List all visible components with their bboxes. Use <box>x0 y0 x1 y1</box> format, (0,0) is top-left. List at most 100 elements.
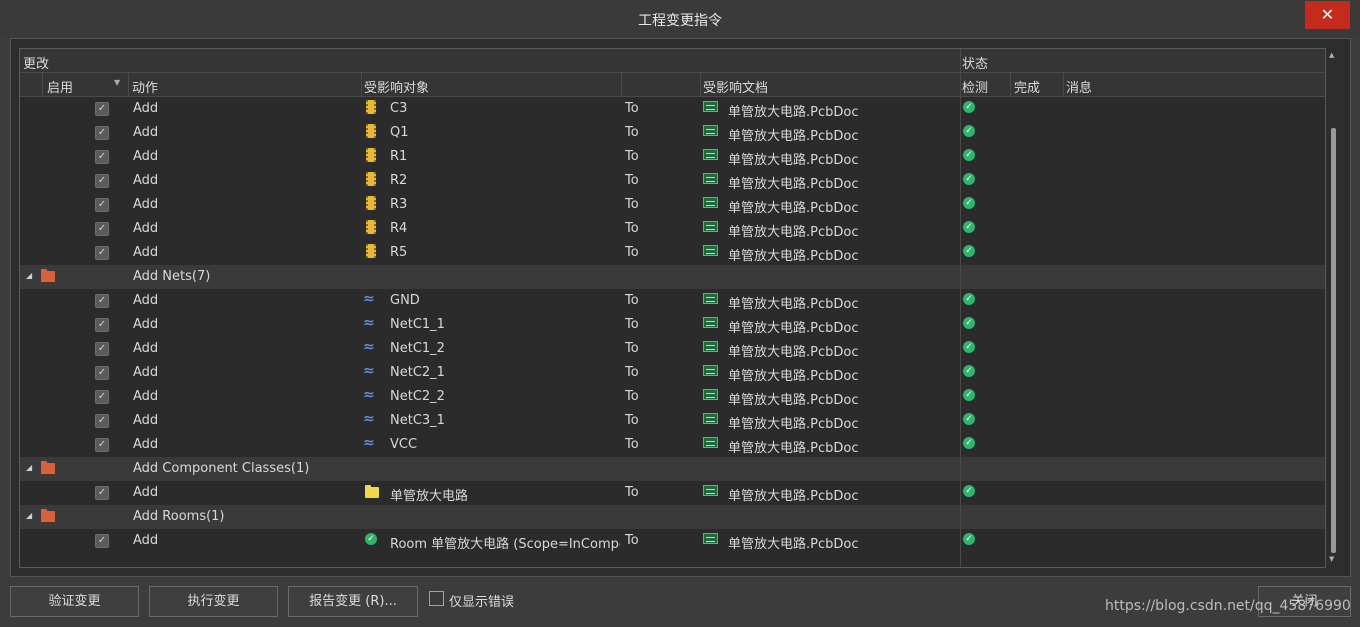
folder-icon <box>41 509 55 522</box>
target-cell: NetC3_1 <box>390 413 445 428</box>
col-header-done[interactable]: 完成 <box>1014 77 1040 96</box>
col-header-document[interactable]: 受影响文档 <box>703 77 768 96</box>
table-row[interactable]: ✓ Add R3 To 单管放大电路.PcbDoc ✓ <box>20 193 1325 217</box>
enable-checkbox[interactable]: ✓ <box>95 126 109 140</box>
table-row[interactable]: ✓ Add ✓ Room 单管放大电路 (Scope=InComponentClass… <box>20 529 1325 553</box>
document-cell: 单管放大电路.PcbDoc <box>728 201 859 216</box>
to-cell: To <box>625 293 639 308</box>
col-header-action[interactable]: 动作 <box>132 77 158 96</box>
check-ok-icon: ✓ <box>963 437 975 449</box>
execute-changes-button[interactable]: 执行变更 <box>149 586 278 617</box>
enable-checkbox[interactable]: ✓ <box>95 198 109 212</box>
net-icon: ≈ <box>363 363 375 379</box>
enable-checkbox[interactable]: ✓ <box>95 486 109 500</box>
grid-rows: ✓ Add C3 To 单管放大电路.PcbDoc ✓ ✓ Add Q1 To 单管放大电路.Pcb… <box>20 97 1325 553</box>
enable-checkbox[interactable]: ✓ <box>95 294 109 308</box>
enable-checkbox[interactable]: ✓ <box>95 366 109 380</box>
close-window-button[interactable]: ✕ <box>1305 1 1350 29</box>
enable-checkbox[interactable]: ✓ <box>95 318 109 332</box>
action-cell: Add <box>133 125 159 140</box>
table-row[interactable]: ✓ Add ≈ NetC1_2 To 单管放大电路.PcbDoc ✓ <box>20 337 1325 361</box>
target-cell: R4 <box>390 221 408 236</box>
pcb-document-icon <box>703 221 718 232</box>
table-row[interactable]: ✓ Add ≈ GND To 单管放大电路.PcbDoc ✓ <box>20 289 1325 313</box>
enable-checkbox[interactable]: ✓ <box>95 438 109 452</box>
group-label: Add Component Classes(1) <box>133 461 310 476</box>
col-header-check[interactable]: 检测 <box>962 77 988 96</box>
collapse-triangle-icon[interactable]: ◢ <box>26 511 32 520</box>
to-cell: To <box>625 101 639 116</box>
scrollbar-thumb[interactable] <box>1331 128 1336 553</box>
table-row[interactable]: ✓ Add R1 To 单管放大电路.PcbDoc ✓ <box>20 145 1325 169</box>
vertical-scrollbar[interactable]: ▲ ▼ <box>1327 48 1340 567</box>
enable-checkbox[interactable]: ✓ <box>95 414 109 428</box>
target-cell: NetC1_1 <box>390 317 445 332</box>
divider <box>1063 73 1064 97</box>
scroll-up-icon[interactable]: ▲ <box>1329 51 1334 59</box>
net-icon: ≈ <box>363 435 375 451</box>
component-icon <box>366 172 376 186</box>
target-cell: R3 <box>390 197 408 212</box>
only-errors-label: 仅显示错误 <box>449 595 515 610</box>
net-icon: ≈ <box>363 411 375 427</box>
action-cell: Add <box>133 101 159 116</box>
document-cell: 单管放大电路.PcbDoc <box>728 321 859 336</box>
collapse-triangle-icon[interactable]: ◢ <box>26 271 32 280</box>
only-errors-checkbox[interactable] <box>429 591 444 606</box>
check-ok-icon: ✓ <box>963 533 975 545</box>
table-row[interactable]: ✓ Add R5 To 单管放大电路.PcbDoc ✓ <box>20 241 1325 265</box>
watermark-text: https://blog.csdn.net/qq_45876990 <box>1105 598 1351 614</box>
target-cell: NetC2_1 <box>390 365 445 380</box>
net-icon: ≈ <box>363 387 375 403</box>
document-cell: 单管放大电路.PcbDoc <box>728 177 859 192</box>
action-cell: Add <box>133 293 159 308</box>
table-row[interactable]: ✓ Add ≈ NetC1_1 To 单管放大电路.PcbDoc ✓ <box>20 313 1325 337</box>
table-row[interactable]: ✓ Add ≈ VCC To 单管放大电路.PcbDoc ✓ <box>20 433 1325 457</box>
check-ok-icon: ✓ <box>963 365 975 377</box>
document-cell: 单管放大电路.PcbDoc <box>728 129 859 144</box>
table-row[interactable]: ✓ Add Q1 To 单管放大电路.PcbDoc ✓ <box>20 121 1325 145</box>
enable-checkbox[interactable]: ✓ <box>95 174 109 188</box>
to-cell: To <box>625 197 639 212</box>
table-row[interactable]: ✓ Add R2 To 单管放大电路.PcbDoc ✓ <box>20 169 1325 193</box>
group-row[interactable]: ◢ Add Nets(7) <box>20 265 1325 289</box>
table-row[interactable]: ✓ Add ≈ NetC3_1 To 单管放大电路.PcbDoc ✓ <box>20 409 1325 433</box>
table-row[interactable]: ✓ Add C3 To 单管放大电路.PcbDoc ✓ <box>20 97 1325 121</box>
enable-checkbox[interactable]: ✓ <box>95 342 109 356</box>
sort-down-icon[interactable]: ▼ <box>114 78 120 87</box>
enable-checkbox[interactable]: ✓ <box>95 222 109 236</box>
document-cell: 单管放大电路.PcbDoc <box>728 225 859 240</box>
pcb-document-icon <box>703 485 718 496</box>
col-header-message[interactable]: 消息 <box>1066 77 1092 96</box>
column-header-row: 启用 ▼ 动作 受影响对象 受影响文档 检测 完成 消息 <box>20 73 1325 97</box>
divider <box>361 73 362 97</box>
action-cell: Add <box>133 389 159 404</box>
component-icon <box>366 124 376 138</box>
validate-changes-button[interactable]: 验证变更 <box>10 586 139 617</box>
table-row[interactable]: ✓ Add ≈ NetC2_2 To 单管放大电路.PcbDoc ✓ <box>20 385 1325 409</box>
table-row[interactable]: ✓ Add 单管放大电路 To 单管放大电路.PcbDoc ✓ <box>20 481 1325 505</box>
check-ok-icon: ✓ <box>963 149 975 161</box>
enable-checkbox[interactable]: ✓ <box>95 390 109 404</box>
enable-checkbox[interactable]: ✓ <box>95 534 109 548</box>
table-row[interactable]: ✓ Add ≈ NetC2_1 To 单管放大电路.PcbDoc ✓ <box>20 361 1325 385</box>
report-changes-button[interactable]: 报告变更 (R)... <box>288 586 418 617</box>
enable-checkbox[interactable]: ✓ <box>95 102 109 116</box>
group-row[interactable]: ◢ Add Rooms(1) <box>20 505 1325 529</box>
title-bar: 工程变更指令 ✕ <box>0 0 1360 38</box>
document-cell: 单管放大电路.PcbDoc <box>728 105 859 120</box>
check-ok-icon: ✓ <box>963 485 975 497</box>
scroll-down-icon[interactable]: ▼ <box>1329 555 1334 563</box>
group-row[interactable]: ◢ Add Component Classes(1) <box>20 457 1325 481</box>
enable-checkbox[interactable]: ✓ <box>95 246 109 260</box>
collapse-triangle-icon[interactable]: ◢ <box>26 463 32 472</box>
check-ok-icon: ✓ <box>963 317 975 329</box>
document-cell: 单管放大电路.PcbDoc <box>728 417 859 432</box>
enable-checkbox[interactable]: ✓ <box>95 150 109 164</box>
pcb-document-icon <box>703 413 718 424</box>
group-label: Add Rooms(1) <box>133 509 225 524</box>
col-header-enable[interactable]: 启用 <box>47 77 73 96</box>
to-cell: To <box>625 365 639 380</box>
col-header-target[interactable]: 受影响对象 <box>364 77 429 96</box>
table-row[interactable]: ✓ Add R4 To 单管放大电路.PcbDoc ✓ <box>20 217 1325 241</box>
